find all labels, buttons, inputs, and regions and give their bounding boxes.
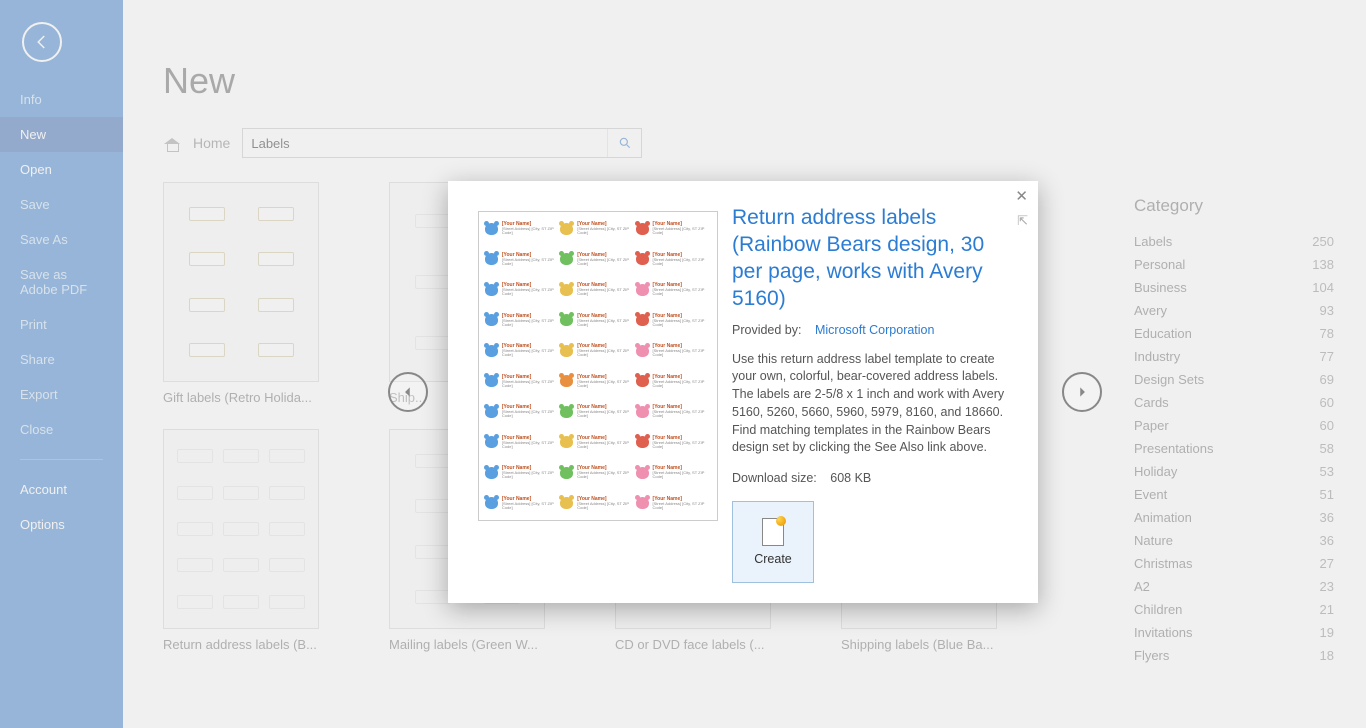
provided-by-label: Provided by: [732,323,801,337]
provided-by: Provided by: Microsoft Corporation [732,323,1008,337]
download-size-value: 608 KB [830,471,871,485]
next-template-button[interactable] [1062,372,1102,412]
new-document-icon [762,518,784,546]
chevron-left-icon [401,385,415,399]
create-button-label: Create [754,552,792,566]
pin-icon[interactable]: ⇱ [1017,213,1028,229]
provider-link[interactable]: Microsoft Corporation [815,323,935,337]
chevron-right-icon [1075,385,1089,399]
download-size: Download size: 608 KB [732,471,1008,485]
modal-title: Return address labels (Rainbow Bears des… [732,205,1008,313]
prev-template-button[interactable] [388,372,428,412]
template-preview-modal: ✕ ⇱ [Your Name][Street Address] [City, S… [448,181,1038,603]
modal-close-button[interactable]: ✕ [1015,187,1028,205]
download-size-label: Download size: [732,471,817,485]
template-description: Use this return address label template t… [732,351,1008,458]
create-button[interactable]: Create [732,501,814,583]
template-preview-image: [Your Name][Street Address] [City, ST ZI… [478,211,718,521]
